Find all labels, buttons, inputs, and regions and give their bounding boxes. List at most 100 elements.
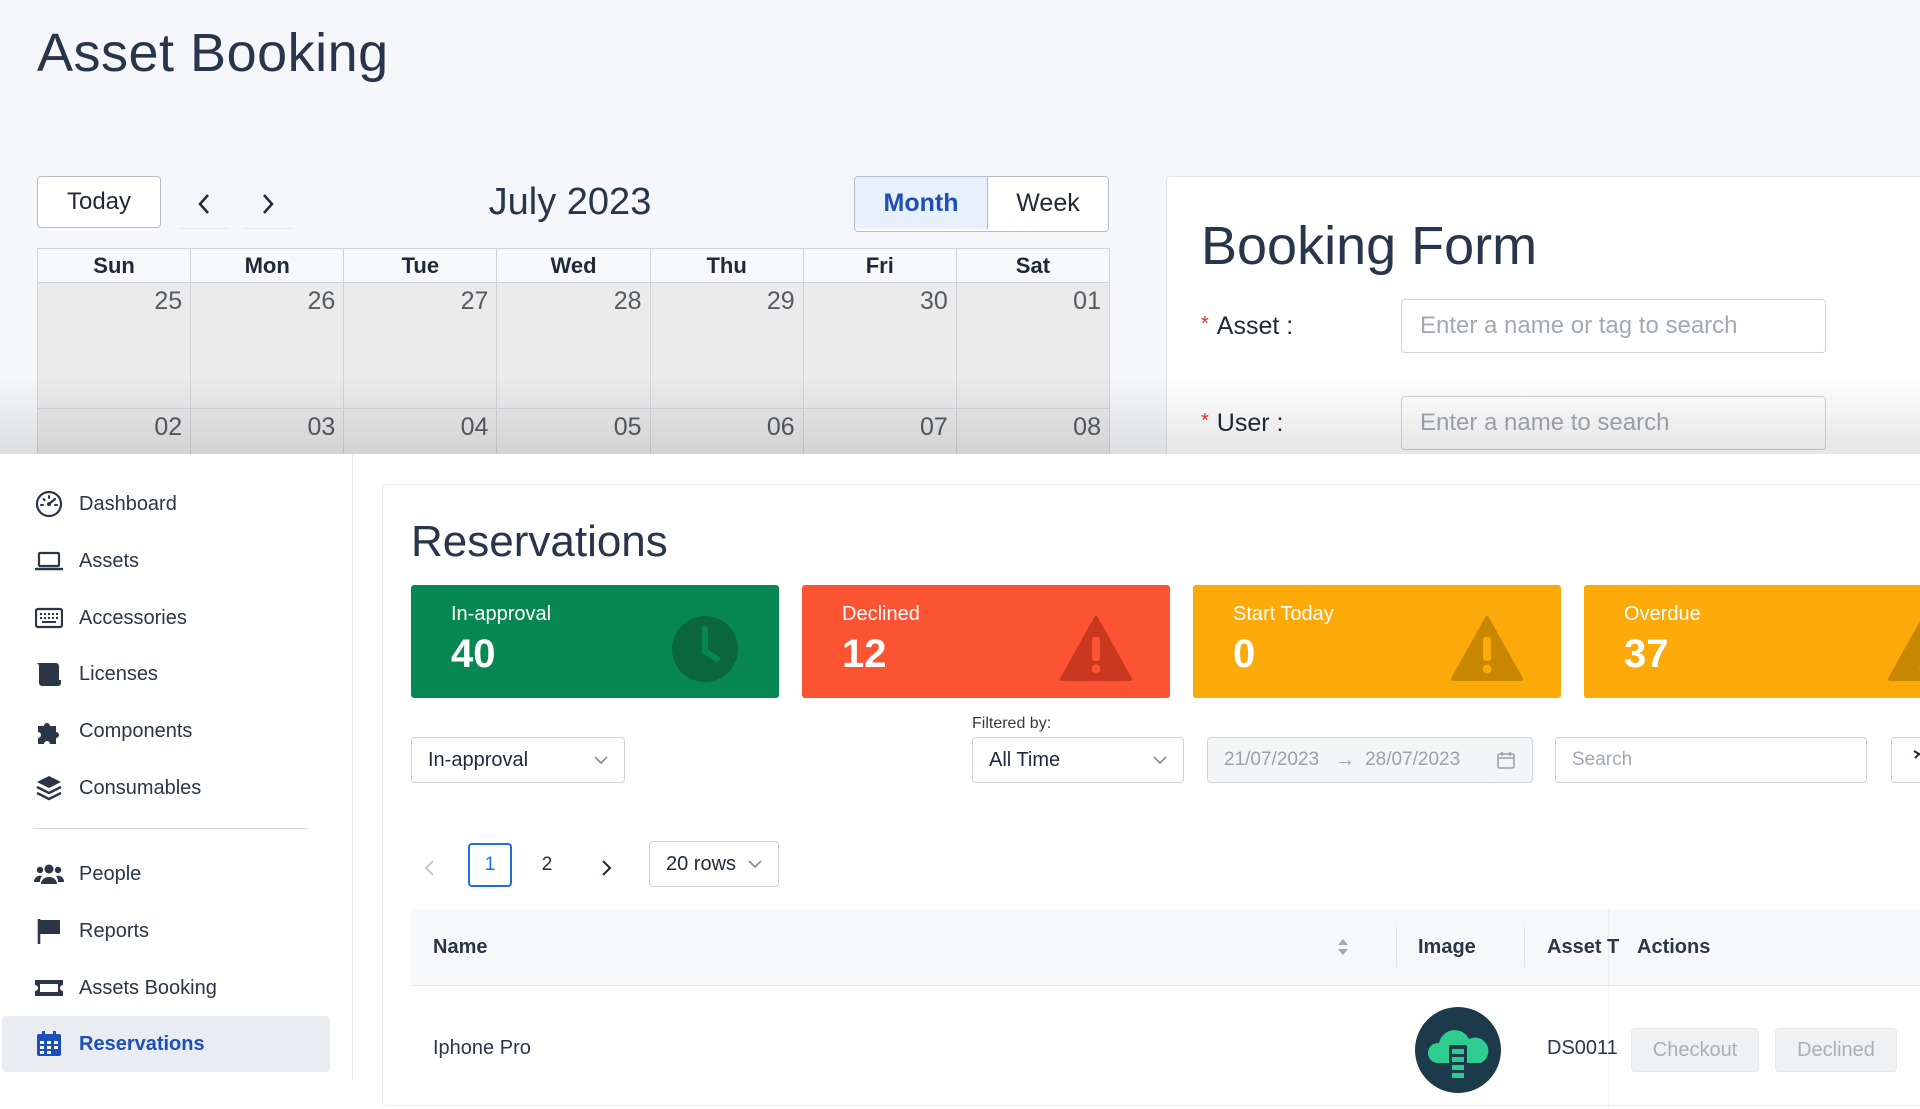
day-number: 25 bbox=[154, 287, 182, 316]
sidebar-item-reports[interactable]: Reports bbox=[2, 903, 330, 959]
pagination-prev-icon[interactable] bbox=[419, 857, 441, 879]
sidebar-item-label: Licenses bbox=[79, 663, 158, 686]
stat-card-overdue[interactable]: Overdue 37 bbox=[1584, 585, 1920, 698]
calendar-icon bbox=[1496, 750, 1516, 770]
status-filter-select[interactable]: In-approval bbox=[411, 737, 625, 783]
calendar-day-cell[interactable]: 25 bbox=[38, 283, 191, 409]
sidebar: Dashboard Assets Accessories Licenses Co… bbox=[0, 454, 353, 1080]
time-filter-value: All Time bbox=[989, 749, 1060, 772]
sidebar-item-assets-booking[interactable]: Assets Booking bbox=[2, 960, 330, 1016]
rows-per-page-value: 20 rows bbox=[666, 853, 736, 876]
stat-value: 12 bbox=[842, 632, 887, 677]
clock-icon bbox=[669, 615, 741, 683]
today-button[interactable]: Today bbox=[37, 176, 161, 228]
calendar-day-cell[interactable]: 03 bbox=[191, 409, 344, 454]
pagination-page-1[interactable]: 1 bbox=[468, 843, 512, 887]
pagination-page-2[interactable]: 2 bbox=[525, 843, 569, 887]
view-week-button[interactable]: Week bbox=[988, 177, 1108, 229]
calendar-day-cell[interactable]: 26 bbox=[191, 283, 344, 409]
stat-label: Declined bbox=[842, 603, 920, 626]
asset-field-label: * Asset : bbox=[1201, 312, 1293, 341]
column-header-name[interactable]: Name bbox=[433, 909, 487, 985]
column-header-actions: Actions bbox=[1637, 909, 1710, 985]
calendar-week-row: 25 26 27 28 29 30 01 bbox=[38, 283, 1110, 409]
pagination-next-icon[interactable] bbox=[595, 857, 617, 879]
refresh-button[interactable] bbox=[1891, 737, 1920, 783]
warning-icon bbox=[1451, 615, 1523, 683]
sidebar-item-label: Reports bbox=[79, 920, 149, 943]
gauge-icon bbox=[34, 489, 64, 519]
column-separator bbox=[1524, 927, 1525, 967]
rows-per-page-select[interactable]: 20 rows bbox=[649, 841, 779, 887]
date-from: 21/07/2023 bbox=[1224, 749, 1319, 771]
sidebar-item-reservations[interactable]: Reservations bbox=[2, 1016, 330, 1072]
column-header-asset-tag: Asset T bbox=[1547, 909, 1625, 985]
calendar-day-cell[interactable]: 30 bbox=[804, 283, 957, 409]
day-number: 28 bbox=[614, 287, 642, 316]
sort-icon[interactable] bbox=[1335, 935, 1351, 959]
calendar-day-cell[interactable]: 06 bbox=[651, 409, 804, 454]
user-search-input[interactable] bbox=[1401, 396, 1826, 450]
day-number: 26 bbox=[307, 287, 335, 316]
stat-card-in-approval[interactable]: In-approval 40 bbox=[411, 585, 779, 698]
arrow-right-icon: → bbox=[1335, 749, 1355, 772]
sidebar-item-dashboard[interactable]: Dashboard bbox=[2, 476, 330, 532]
column-header-image: Image bbox=[1418, 909, 1476, 985]
calendar-day-cell[interactable]: 02 bbox=[38, 409, 191, 454]
sidebar-item-label: Consumables bbox=[79, 777, 201, 800]
cloud-server-icon bbox=[1415, 1007, 1501, 1093]
sidebar-item-people[interactable]: People bbox=[2, 846, 330, 902]
day-number: 06 bbox=[767, 413, 795, 442]
view-month-button[interactable]: Month bbox=[855, 177, 988, 229]
booking-form-title: Booking Form bbox=[1201, 215, 1537, 277]
weekday-label: Sun bbox=[38, 249, 191, 283]
calendar-day-cell[interactable]: 28 bbox=[497, 283, 650, 409]
weekday-label: Sat bbox=[957, 249, 1110, 283]
date-to: 28/07/2023 bbox=[1365, 749, 1460, 771]
calendar-view-toggle: Month Week bbox=[854, 176, 1109, 232]
time-filter-select[interactable]: All Time bbox=[972, 737, 1184, 783]
calendar-icon bbox=[34, 1029, 64, 1059]
asset-label-text: Asset : bbox=[1217, 312, 1293, 340]
sidebar-item-components[interactable]: Components bbox=[2, 703, 330, 759]
sidebar-item-label: Assets bbox=[79, 550, 139, 573]
sidebar-item-label: People bbox=[79, 863, 141, 886]
day-number: 30 bbox=[920, 287, 948, 316]
sidebar-item-label: Reservations bbox=[79, 1033, 205, 1056]
stat-card-start-today[interactable]: Start Today 0 bbox=[1193, 585, 1561, 698]
search-input[interactable] bbox=[1555, 737, 1867, 783]
stat-label: Start Today bbox=[1233, 603, 1334, 626]
calendar-day-cell[interactable]: 08 bbox=[957, 409, 1110, 454]
declined-button[interactable]: Declined bbox=[1775, 1028, 1897, 1072]
weekday-label: Wed bbox=[497, 249, 650, 283]
day-number: 07 bbox=[920, 413, 948, 442]
next-month-button[interactable] bbox=[244, 180, 292, 229]
chevron-right-icon bbox=[259, 192, 277, 216]
calendar-day-cell[interactable]: 05 bbox=[497, 409, 650, 454]
calendar-day-cell[interactable]: 07 bbox=[804, 409, 957, 454]
calendar-day-cell[interactable]: 04 bbox=[344, 409, 497, 454]
calendar-day-cell[interactable]: 29 bbox=[651, 283, 804, 409]
calendar-day-cell[interactable]: 27 bbox=[344, 283, 497, 409]
weekday-label: Fri bbox=[804, 249, 957, 283]
asset-search-input[interactable] bbox=[1401, 299, 1826, 353]
stat-card-declined[interactable]: Declined 12 bbox=[802, 585, 1170, 698]
day-number: 29 bbox=[767, 287, 795, 316]
scroll-icon bbox=[34, 659, 64, 689]
stat-value: 0 bbox=[1233, 632, 1255, 677]
day-number: 04 bbox=[461, 413, 489, 442]
prev-month-button[interactable] bbox=[180, 180, 228, 229]
sidebar-item-assets[interactable]: Assets bbox=[2, 533, 330, 589]
required-mark: * bbox=[1201, 313, 1209, 335]
calendar-week-row: 02 03 04 05 06 07 08 bbox=[38, 409, 1110, 454]
refresh-icon bbox=[1910, 749, 1920, 771]
date-range-picker[interactable]: 21/07/2023 → 28/07/2023 bbox=[1207, 737, 1533, 783]
sidebar-item-accessories[interactable]: Accessories bbox=[2, 590, 330, 646]
sidebar-item-consumables[interactable]: Consumables bbox=[2, 760, 330, 816]
sidebar-item-licenses[interactable]: Licenses bbox=[2, 646, 330, 702]
chevron-down-icon bbox=[1151, 751, 1169, 769]
calendar-day-cell[interactable]: 01 bbox=[957, 283, 1110, 409]
keyboard-icon bbox=[34, 603, 64, 633]
sidebar-item-label: Dashboard bbox=[79, 493, 177, 516]
checkout-button[interactable]: Checkout bbox=[1631, 1028, 1759, 1072]
